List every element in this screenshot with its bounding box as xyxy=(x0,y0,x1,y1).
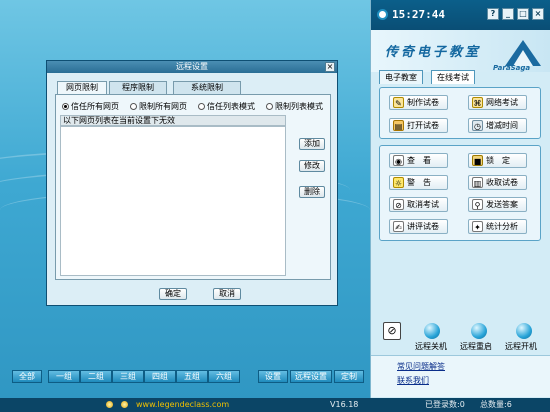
list-header: 以下网页列表在当前设置下无效 xyxy=(60,115,286,126)
remote-poweron-label[interactable]: 远程开机 xyxy=(505,341,537,352)
radio-indicator xyxy=(266,103,273,110)
dialog-title: 远程设置 xyxy=(47,61,337,73)
brand-area: 传奇电子教室 ParaSaga xyxy=(371,30,550,72)
group-5-button[interactable]: 五组 xyxy=(176,370,208,383)
clock-display: 15:27:44 xyxy=(392,8,445,21)
status-dot-icon xyxy=(121,401,128,408)
exam-button-group: ✎ 制作试卷 ⌘ 网络考试 ▤ 打开试卷 ◷ 增减时间 xyxy=(379,87,541,139)
remote-shutdown-label[interactable]: 远程关机 xyxy=(415,341,447,352)
logged-in-count: 已登录数:0 xyxy=(425,400,465,409)
disable-icon[interactable]: ⊘ xyxy=(383,322,401,340)
open-exam-button[interactable]: ▤ 打开试卷 xyxy=(389,118,448,133)
send-answer-button[interactable]: ⚲ 发送答案 xyxy=(468,197,527,212)
lock-icon: ■ xyxy=(472,155,483,166)
settings-button[interactable]: 设置 xyxy=(258,370,288,383)
app-window: 15:27:44 ? _ □ × 传奇电子教室 ParaSaga 电子教室 在线… xyxy=(0,0,550,412)
delete-button[interactable]: 删除 xyxy=(299,186,325,198)
minimize-button[interactable]: _ xyxy=(502,8,514,20)
clock-adjust-icon: ◷ xyxy=(472,120,483,131)
status-dot-icon xyxy=(106,401,113,408)
web-list[interactable] xyxy=(60,126,286,276)
open-document-icon: ▤ xyxy=(393,120,404,131)
tab-system-restriction[interactable]: 系统限制 xyxy=(173,81,241,94)
help-button[interactable]: ? xyxy=(487,8,499,20)
review-exam-button[interactable]: ✍ 讲评试卷 xyxy=(389,219,448,234)
status-bar: www.legendeclass.com V16.18 已登录数:0 总数量:6 xyxy=(0,398,550,412)
contact-link[interactable]: 联系我们 xyxy=(397,375,429,386)
customize-button[interactable]: 定制 xyxy=(334,370,364,383)
group-bar: 全部 一组 二组 三组 四组 五组 六组 设置 远程设置 定制 xyxy=(10,370,370,384)
close-button[interactable]: × xyxy=(532,8,544,20)
adjust-time-button[interactable]: ◷ 增减时间 xyxy=(468,118,527,133)
send-answer-icon: ⚲ xyxy=(472,199,483,210)
dialog-close-button[interactable]: × xyxy=(325,62,335,72)
create-exam-button[interactable]: ✎ 制作试卷 xyxy=(389,95,448,110)
cancel-button[interactable]: 取消 xyxy=(213,288,241,300)
collect-paper-button[interactable]: ▥ 收取试卷 xyxy=(468,175,527,190)
group-4-button[interactable]: 四组 xyxy=(144,370,176,383)
title-bar: 15:27:44 ? _ □ × xyxy=(371,0,550,30)
tab-e-classroom[interactable]: 电子教室 xyxy=(379,70,423,84)
tool-button-group: ◉ 查 看 ■ 锁 定 ☼ 警 告 ▥ 收取试卷 ⊘ 取消考试 ⚲ 发送答案 ✍… xyxy=(379,145,541,241)
view-button[interactable]: ◉ 查 看 xyxy=(389,153,448,168)
remote-shutdown-icon[interactable] xyxy=(424,323,440,339)
total-count: 总数量:6 xyxy=(480,400,512,409)
radio-trust-all[interactable]: 信任所有网页 xyxy=(62,101,119,112)
eye-icon: ◉ xyxy=(393,155,404,166)
review-icon: ✍ xyxy=(393,221,404,232)
brand-title: 传奇电子教室 xyxy=(385,45,482,60)
warning-button[interactable]: ☼ 警 告 xyxy=(389,175,448,190)
radio-trust-list[interactable]: 信任列表模式 xyxy=(198,101,255,112)
statistics-icon: ✦ xyxy=(472,221,483,232)
group-6-button[interactable]: 六组 xyxy=(208,370,240,383)
network-exam-icon: ⌘ xyxy=(472,97,483,108)
group-3-button[interactable]: 三组 xyxy=(112,370,144,383)
group-1-button[interactable]: 一组 xyxy=(48,370,80,383)
cancel-icon: ⊘ xyxy=(393,199,404,210)
remote-restart-label[interactable]: 远程重启 xyxy=(460,341,492,352)
edit-document-icon: ✎ xyxy=(393,97,404,108)
add-button[interactable]: 添加 xyxy=(299,138,325,150)
faq-link[interactable]: 常见问题解答 xyxy=(397,361,445,372)
tab-web-restriction[interactable]: 网页限制 xyxy=(57,81,107,95)
remote-restart-icon[interactable] xyxy=(471,323,487,339)
edit-button[interactable]: 修改 xyxy=(299,160,325,172)
website-link[interactable]: www.legendeclass.com xyxy=(136,398,229,412)
remote-poweron-icon[interactable] xyxy=(516,323,532,339)
radio-indicator xyxy=(130,103,137,110)
control-panel: 15:27:44 ? _ □ × 传奇电子教室 ParaSaga 电子教室 在线… xyxy=(370,0,550,412)
network-exam-button[interactable]: ⌘ 网络考试 xyxy=(468,95,527,110)
collect-paper-icon: ▥ xyxy=(472,177,483,188)
radio-indicator xyxy=(62,103,69,110)
warning-icon: ☼ xyxy=(393,177,404,188)
logo-text: ParaSaga xyxy=(493,64,531,72)
radio-restrict-list[interactable]: 限制列表模式 xyxy=(266,101,323,112)
tab-program-restriction[interactable]: 程序限制 xyxy=(109,81,167,94)
remote-settings-dialog: 远程设置 × 网页限制 程序限制 系统限制 信任所有网页 限制所有网页 信任列表… xyxy=(46,60,338,306)
group-all-button[interactable]: 全部 xyxy=(12,370,42,383)
tab-online-exam[interactable]: 在线考试 xyxy=(431,70,475,84)
statistics-button[interactable]: ✦ 统计分析 xyxy=(468,219,527,234)
maximize-button[interactable]: □ xyxy=(517,8,529,20)
cancel-exam-button[interactable]: ⊘ 取消考试 xyxy=(389,197,448,212)
group-2-button[interactable]: 二组 xyxy=(80,370,112,383)
help-links: 常见问题解答 联系我们 xyxy=(371,355,550,397)
radio-indicator xyxy=(198,103,205,110)
version-label: V16.18 xyxy=(330,400,359,409)
clock-icon xyxy=(377,9,388,20)
ok-button[interactable]: 确定 xyxy=(159,288,187,300)
tab-content: 信任所有网页 限制所有网页 信任列表模式 限制列表模式 以下网页列表在当前设置下… xyxy=(55,94,331,280)
lock-button[interactable]: ■ 锁 定 xyxy=(468,153,527,168)
radio-restrict-all[interactable]: 限制所有网页 xyxy=(130,101,187,112)
remote-settings-button[interactable]: 远程设置 xyxy=(290,370,332,383)
